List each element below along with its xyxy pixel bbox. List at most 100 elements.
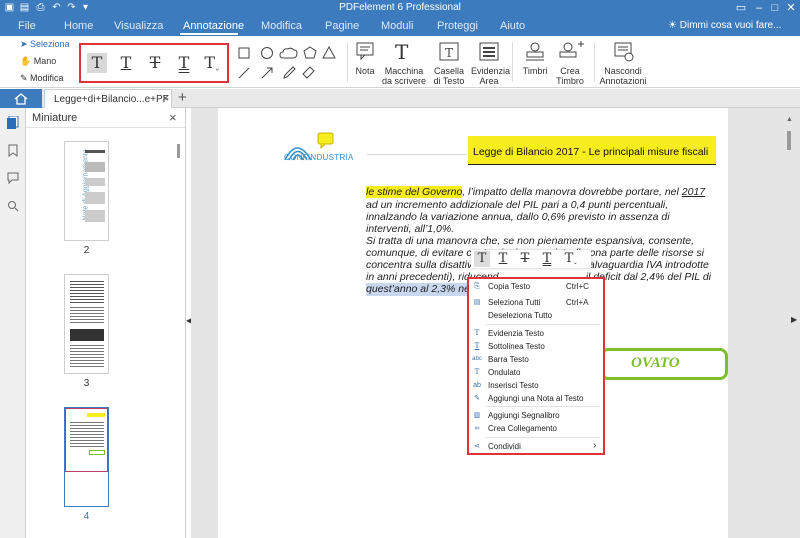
pencil-icon <box>283 66 296 79</box>
page-thumbnail-2[interactable]: Note di Aggiornamento <box>64 141 109 241</box>
menu-strikethrough-text[interactable]: Barra Testo <box>488 355 529 364</box>
collapse-right-arrow[interactable]: ▶ <box>791 315 797 324</box>
select-tool[interactable]: ➤ Seleziona <box>20 39 70 50</box>
typewriter-button[interactable]: T Macchina da scrivere <box>381 40 426 86</box>
create-stamp-button[interactable]: Crea Timbro <box>554 40 586 86</box>
ribbon-separator <box>594 42 595 82</box>
menu-deselect-all[interactable]: Deseleziona Tutto <box>488 311 552 320</box>
float-strikethrough-button[interactable]: T <box>517 251 533 267</box>
menu-moduli[interactable]: Moduli <box>381 20 413 32</box>
minimize-button[interactable]: – <box>752 2 766 15</box>
document-header: Legge di Bilancio 2017 - Le principali m… <box>473 146 709 158</box>
area-highlight-label-1: Evidenzia <box>471 66 511 76</box>
home-icon <box>14 93 28 105</box>
context-menu: ⎘ Copia Testo Ctrl+C ▤ Seleziona Tutti C… <box>467 277 605 455</box>
page-thumbnail-4[interactable] <box>64 407 109 507</box>
strikethrough-icon: abc <box>472 356 482 362</box>
close-panel-button[interactable]: × <box>169 110 177 125</box>
new-tab-button[interactable]: + <box>178 89 187 106</box>
float-underline-button[interactable]: T <box>495 251 511 267</box>
create-stamp-label-2: Timbro <box>556 76 584 86</box>
stamp-text: OVATO <box>631 355 680 371</box>
insert-text-button[interactable]: T˯ <box>202 53 222 73</box>
underlined-year: 2017 <box>681 186 706 198</box>
approved-stamp[interactable]: OVATO <box>600 348 728 380</box>
deselect-icon <box>472 311 482 320</box>
shortcut-copy: Ctrl+C <box>566 282 589 291</box>
thumbnails-icon[interactable] <box>7 116 19 129</box>
menu-separator <box>486 324 600 325</box>
window-title: PDFelement 6 Professional <box>339 2 461 13</box>
menu-underline-text[interactable]: Sottolinea Testo <box>488 342 545 351</box>
edit-tool[interactable]: ✎ Modifica <box>20 73 64 84</box>
page-thumbnail-3[interactable] <box>64 274 109 374</box>
menu-squiggly[interactable]: Ondulato <box>488 368 520 377</box>
tell-me-label: Dimmi cosa vuoi fare... <box>679 20 782 31</box>
polygon-icon <box>303 46 317 59</box>
note-button[interactable]: Nota <box>352 40 378 84</box>
bookmark-icon[interactable] <box>8 144 18 157</box>
text-box-button[interactable]: T Casella di Testo <box>431 40 467 86</box>
typewriter-icon: T <box>395 40 409 64</box>
float-squiggly-button[interactable]: T <box>539 251 555 267</box>
shapes-group <box>238 45 336 79</box>
highlighted-text: le stime del Governo <box>366 186 463 198</box>
highlight-icon: T <box>474 329 480 337</box>
stamps-label: Timbri <box>522 66 548 76</box>
squiggly-text-button[interactable]: T <box>174 53 194 73</box>
menu-proteggi[interactable]: Proteggi <box>437 20 478 32</box>
maximize-button[interactable]: □ <box>768 2 782 15</box>
hand-icon: ✋ <box>20 56 34 66</box>
hand-tool[interactable]: ✋ Mano <box>20 56 56 67</box>
text-box-label-2: di Testo <box>433 76 465 86</box>
stamps-button[interactable]: Timbri <box>518 40 552 84</box>
scroll-up-arrow[interactable]: ▲ <box>786 116 793 123</box>
menu-visualizza[interactable]: Visualizza <box>114 20 163 32</box>
menu-modifica[interactable]: Modifica <box>261 20 302 32</box>
eraser-icon <box>302 66 315 79</box>
menu-annotazione[interactable]: Annotazione <box>183 20 244 32</box>
tell-me-search[interactable]: ☀ Dimmi cosa vuoi fare... <box>668 20 781 31</box>
menu-pagine[interactable]: Pagine <box>325 20 359 32</box>
search-icon[interactable] <box>7 200 19 212</box>
menu-insert-text[interactable]: Inserisci Testo <box>488 381 539 390</box>
float-insert-text-button[interactable]: T˯ <box>561 251 581 267</box>
menu-add-bookmark[interactable]: Aggiungi Segnalibro <box>488 411 560 420</box>
menu-home[interactable]: Home <box>64 20 93 32</box>
menu-share[interactable]: Condividi <box>488 442 521 451</box>
underline-text-button[interactable]: T <box>116 53 136 73</box>
highlight-text-button[interactable]: T <box>87 53 107 73</box>
document-tab[interactable]: Legge+di+Bilancio...e+PF <box>44 89 172 108</box>
menu-aiuto[interactable]: Aiuto <box>500 20 525 32</box>
thumbnail-label: 4 <box>83 511 90 522</box>
thumbnail-label: 3 <box>83 378 90 389</box>
underline-icon: T <box>474 342 480 350</box>
panel-scrollbar[interactable] <box>177 144 180 158</box>
typewriter-label-2: da scrivere <box>381 76 426 86</box>
menu-file[interactable]: File <box>18 20 36 32</box>
thumbnail-label: 2 <box>83 245 90 256</box>
hide-annotations-button[interactable]: Nascondi Annotazioni <box>598 40 648 86</box>
title-bar: ▣ ▤ ⎙ ↶ ↷ ▾ PDFelement 6 Professional ▭ … <box>0 0 800 17</box>
area-highlight-button[interactable]: Evidenzia Area <box>471 40 511 86</box>
note-icon: ✎ <box>474 395 480 402</box>
comment-annotation-icon[interactable] <box>317 132 335 149</box>
select-all-icon: ▤ <box>473 299 481 306</box>
close-tab-button[interactable]: × <box>162 91 169 105</box>
home-tab[interactable] <box>0 89 42 108</box>
edit-label: Modifica <box>30 73 64 83</box>
strikethrough-text-button[interactable]: T <box>145 53 165 73</box>
menu-select-all[interactable]: Seleziona Tutti <box>488 298 540 307</box>
menu-create-link[interactable]: Crea Collegamento <box>488 424 557 433</box>
ribbon-toggle-icon[interactable]: ▭ <box>734 2 748 15</box>
menu-copy-text[interactable]: Copia Testo <box>488 282 530 291</box>
create-stamp-label-1: Crea <box>560 66 580 76</box>
menu-highlight-text[interactable]: Evidenzia Testo <box>488 329 544 338</box>
viewer-scrollbar-thumb[interactable] <box>787 131 791 150</box>
comment-icon[interactable] <box>7 172 19 184</box>
shortcut-select-all: Ctrl+A <box>566 298 589 307</box>
float-highlight-button[interactable]: T <box>474 251 490 267</box>
menu-add-note[interactable]: Aggiungi una Nota al Testo <box>488 394 583 403</box>
close-window-button[interactable]: ✕ <box>784 2 798 15</box>
selected-text: quest’anno al 2,3% nel <box>366 283 473 296</box>
